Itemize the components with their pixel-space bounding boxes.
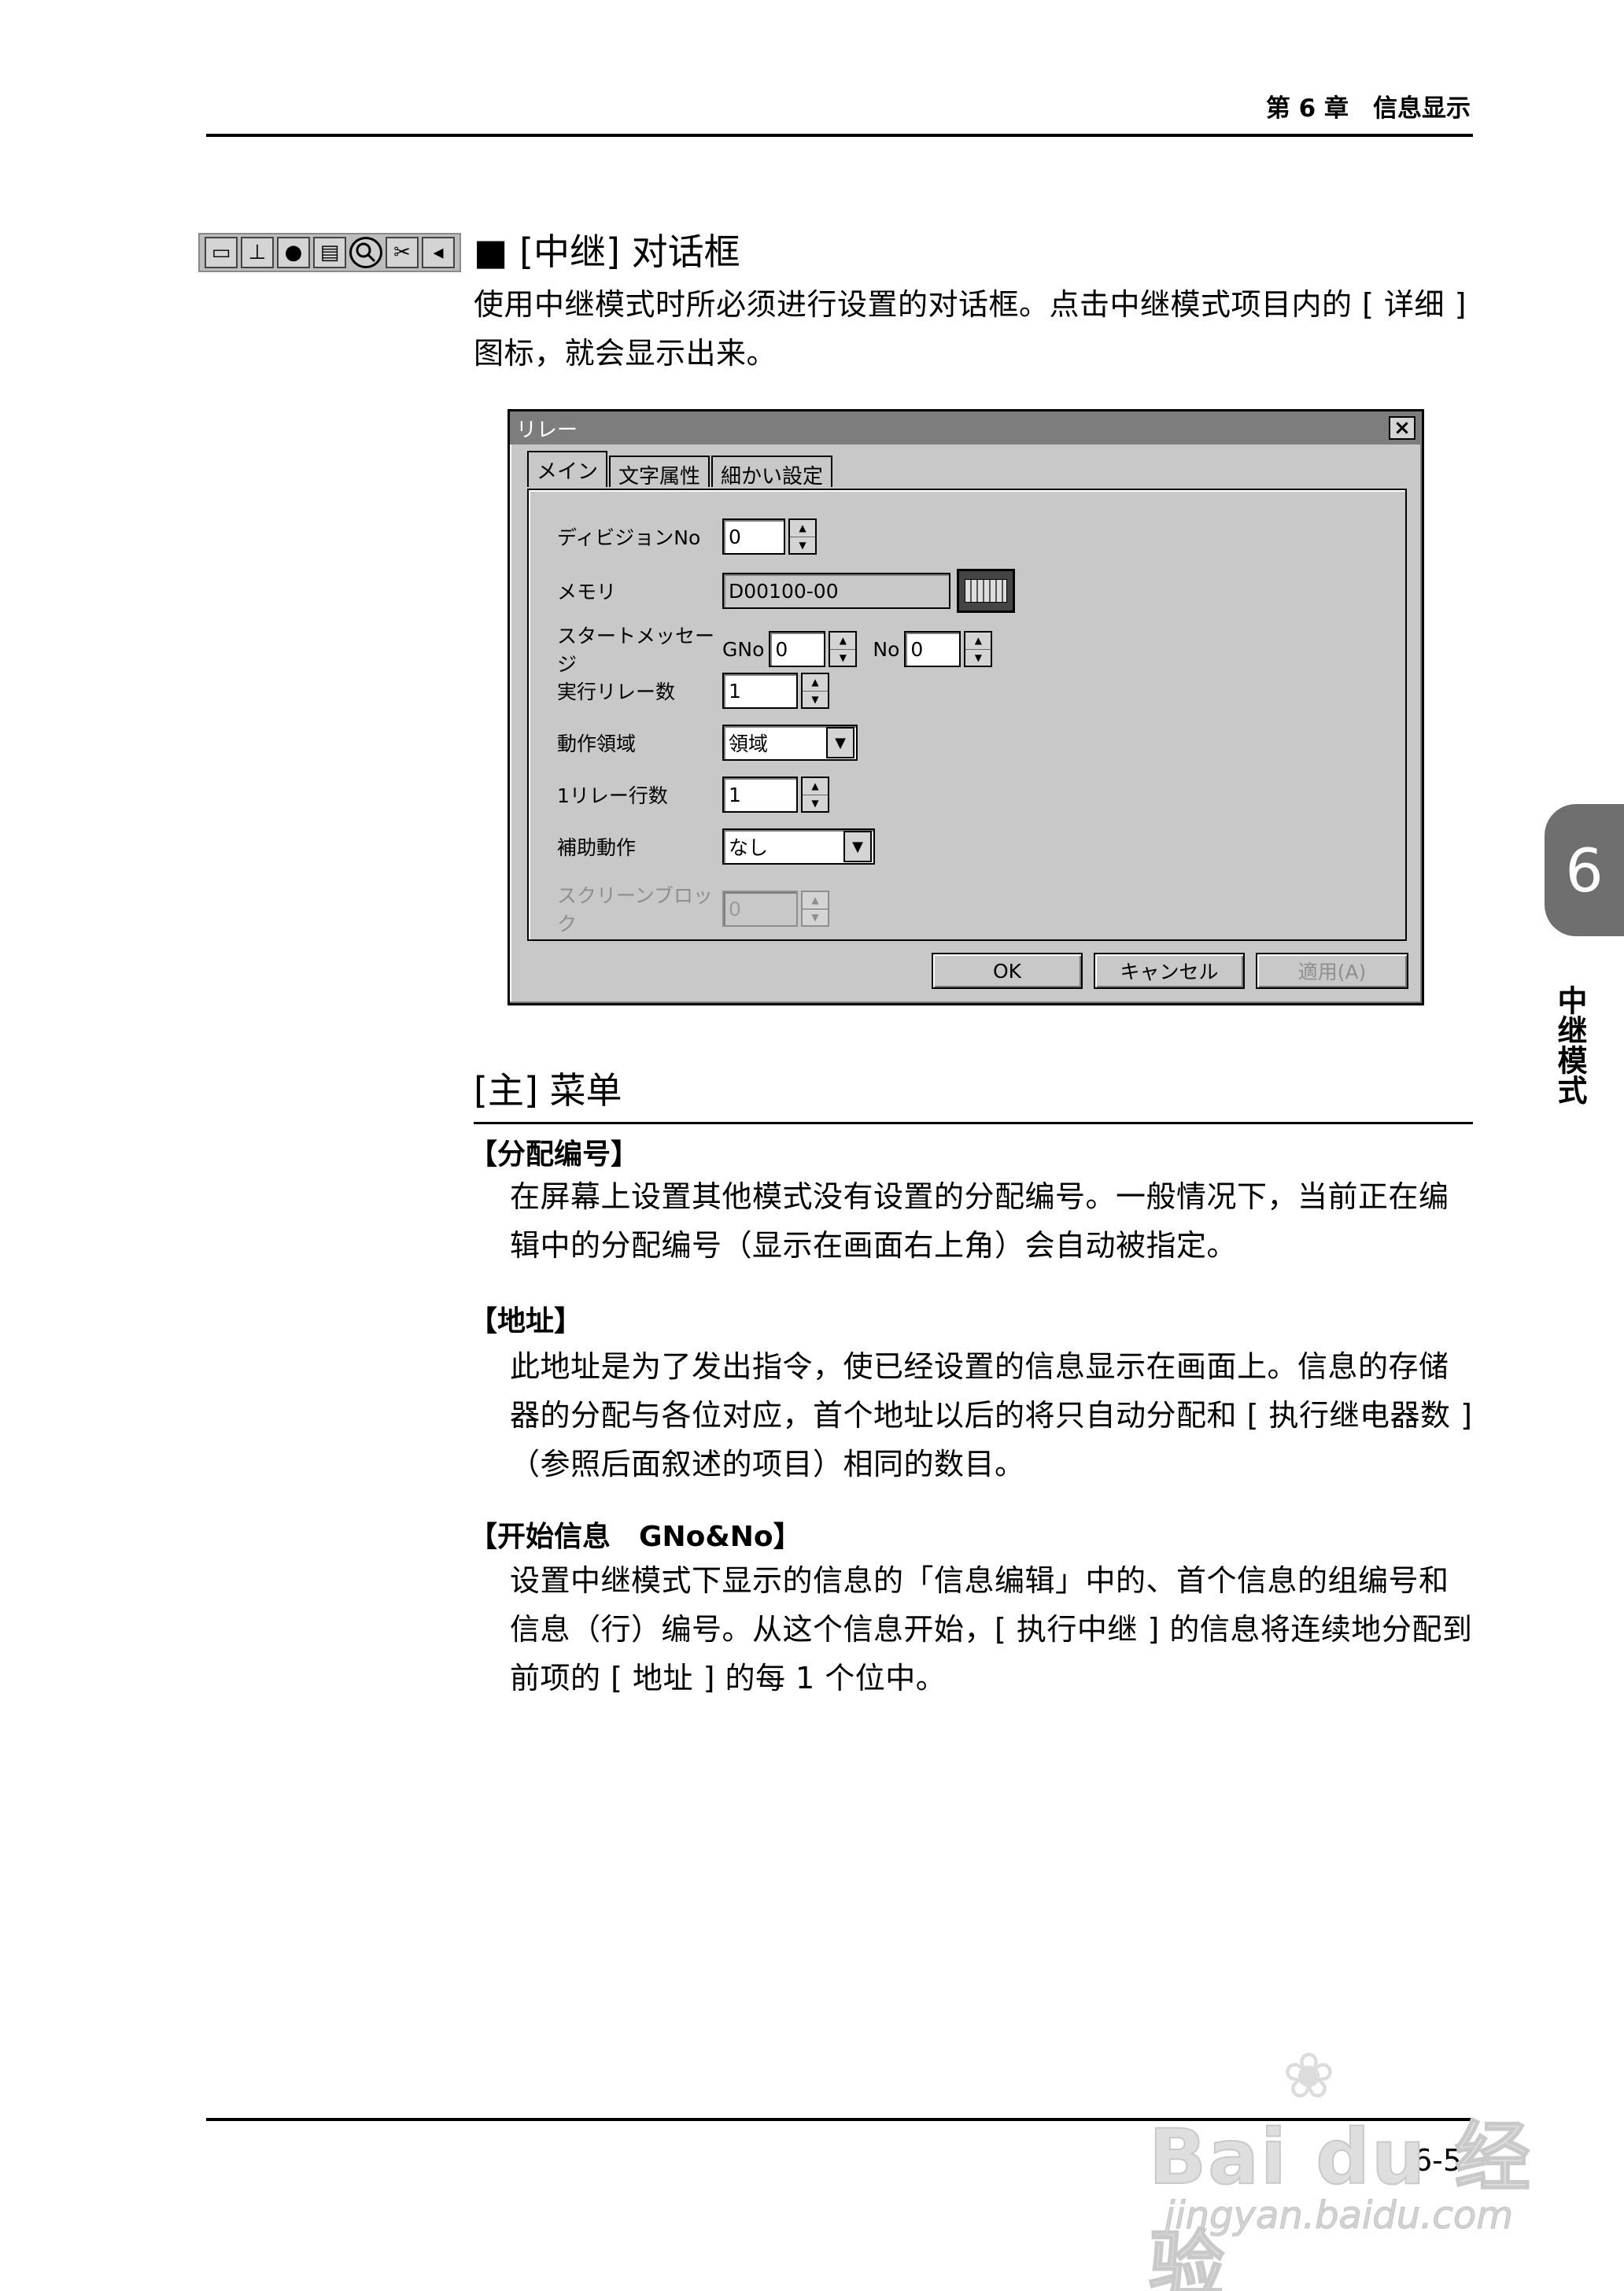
- header-chapter: 第 6 章 信息显示: [1265, 94, 1471, 123]
- per-relay-lines-input[interactable]: 1: [722, 777, 798, 813]
- spin-up-icon[interactable]: ▲: [790, 520, 815, 537]
- gno-input[interactable]: 0: [769, 631, 826, 667]
- spin-down-icon[interactable]: ▼: [965, 650, 991, 666]
- section-title: ■ [中继] 对话框: [474, 231, 740, 273]
- tab-detail-settings[interactable]: 細かい設定: [711, 456, 833, 489]
- gno-label: GNo: [722, 637, 765, 661]
- per-relay-lines-row: 1リレー行数 1 ▲ ▼: [557, 777, 829, 813]
- spin-up-icon[interactable]: ▲: [803, 778, 828, 795]
- main-tab-panel: ディビジョンNo 0 ▲ ▼ メモリ D00100-00 スタートメッセージ GN…: [527, 489, 1407, 941]
- bulb-icon[interactable]: ●: [277, 237, 310, 268]
- list-icon[interactable]: ▤: [313, 237, 346, 268]
- magnifier-glyph: [356, 242, 376, 263]
- division-input[interactable]: 0: [722, 518, 785, 555]
- chevron-down-icon[interactable]: ▼: [826, 727, 854, 758]
- close-icon[interactable]: ×: [1389, 416, 1415, 440]
- header-rule: [206, 134, 1473, 137]
- aux-action-select[interactable]: なし ▼: [722, 828, 875, 865]
- no-spinner[interactable]: ▲ ▼: [964, 631, 993, 667]
- aux-action-value: なし: [729, 836, 769, 859]
- magnifier-icon[interactable]: [349, 237, 382, 268]
- exit-icon[interactable]: ◂: [422, 237, 455, 268]
- printer-icon[interactable]: ⊥: [241, 237, 274, 268]
- per-relay-lines-label: 1リレー行数: [557, 784, 668, 807]
- exec-relay-row: 実行リレー数 1 ▲ ▼: [557, 673, 829, 709]
- screen-block-label: スクリーンブロック: [557, 884, 714, 935]
- toolbar: ▭ ⊥ ● ▤ ✂ ◂: [198, 233, 461, 272]
- item-body-address: 此地址是为了发出指令，使已经设置的信息显示在画面上。信息的存储器的分配与各位对应…: [510, 1349, 1473, 1481]
- screen-block-row: スクリーンブロック 0 ▲ ▼: [557, 880, 829, 937]
- item-head-start-message: 【开始信息 GNo&No】: [469, 1521, 802, 1553]
- area-label: 動作領域: [557, 732, 637, 755]
- spin-down-icon: ▼: [811, 911, 819, 923]
- item-body-division: 在屏幕上设置其他模式没有设置的分配编号。一般情况下，当前正在编辑中的分配编号（显…: [510, 1179, 1449, 1263]
- area-row: 動作領域 領域 ▼: [557, 725, 858, 761]
- area-value: 領域: [729, 732, 769, 755]
- spin-down-icon[interactable]: ▼: [803, 795, 828, 812]
- item-body-start-message: 设置中继模式下显示的信息的「信息编辑」中的、首个信息的组编号和信息（行）编号。从…: [510, 1563, 1473, 1695]
- tab-text-attributes[interactable]: 文字属性: [609, 456, 710, 489]
- start-message-row: スタートメッセージ GNo 0 ▲ ▼ No 0 ▲ ▼: [557, 621, 993, 677]
- item-head-address: 【地址】: [469, 1305, 583, 1337]
- main-menu-title: [主] 菜单: [474, 1069, 622, 1112]
- per-relay-lines-spinner[interactable]: ▲ ▼: [801, 777, 829, 813]
- spin-up-icon[interactable]: ▲: [803, 674, 828, 692]
- spin-up-icon[interactable]: ▲: [965, 633, 991, 650]
- dialog-tabs: メイン 文字属性 細かい設定: [527, 451, 834, 489]
- dialog-title: リレー: [516, 418, 578, 442]
- spin-up-icon: ▲: [803, 892, 828, 909]
- division-row: ディビジョンNo 0 ▲ ▼: [557, 518, 817, 555]
- no-label: No: [873, 637, 900, 661]
- aux-action-row: 補助動作 なし ▼: [557, 828, 875, 865]
- chapter-tab: 6: [1545, 804, 1624, 936]
- spin-up-icon[interactable]: ▲: [830, 633, 856, 650]
- division-spinner[interactable]: ▲ ▼: [788, 518, 817, 555]
- no-input[interactable]: 0: [904, 631, 961, 667]
- tab-main[interactable]: メイン: [527, 451, 608, 487]
- screen-block-input: 0: [722, 891, 798, 927]
- ok-button[interactable]: OK: [932, 953, 1083, 989]
- chapter-name-vertical: 中继模式: [1552, 985, 1587, 1105]
- watermark-url: jingyan.baidu.com: [1164, 2193, 1514, 2238]
- dialog-titlebar[interactable]: リレー ×: [510, 411, 1422, 445]
- screen-block-spinner: ▲ ▼: [801, 891, 829, 927]
- section-intro: 使用中继模式时所必须进行设置的对话框。点击中继模式项目内的 [ 详细 ] 图标，…: [474, 287, 1467, 371]
- area-select[interactable]: 領域 ▼: [722, 725, 858, 761]
- exec-relay-input[interactable]: 1: [722, 673, 798, 709]
- apply-button[interactable]: 適用(A): [1256, 953, 1408, 989]
- exec-relay-label: 実行リレー数: [557, 681, 676, 703]
- spin-down-icon[interactable]: ▼: [790, 537, 815, 554]
- chevron-down-icon[interactable]: ▼: [843, 831, 872, 862]
- window-icon[interactable]: ▭: [205, 237, 238, 268]
- memory-input[interactable]: D00100-00: [722, 573, 950, 609]
- item-head-division: 【分配编号】: [469, 1138, 640, 1171]
- keyboard-icon[interactable]: [957, 569, 1015, 613]
- exec-relay-spinner[interactable]: ▲ ▼: [801, 673, 829, 709]
- division-label: ディビジョンNo: [557, 526, 701, 549]
- memory-label: メモリ: [557, 581, 617, 603]
- aux-action-label: 補助動作: [557, 836, 637, 859]
- watermark: ❀ Bai du 经验 jingyan.baidu.com: [1148, 2039, 1534, 2291]
- relay-dialog: リレー × メイン 文字属性 細かい設定 ディビジョンNo 0 ▲ ▼ メモリ D…: [507, 409, 1424, 1005]
- cancel-button[interactable]: キャンセル: [1094, 953, 1245, 989]
- gno-spinner[interactable]: ▲ ▼: [829, 631, 858, 667]
- scissors-icon[interactable]: ✂: [386, 237, 419, 268]
- start-message-label: スタートメッセージ: [557, 625, 715, 676]
- spin-down-icon[interactable]: ▼: [830, 650, 855, 666]
- memory-row: メモリ D00100-00: [557, 569, 1015, 613]
- spin-down-icon[interactable]: ▼: [803, 692, 828, 708]
- keyboard-glyph: [965, 579, 1007, 603]
- main-menu-rule: [474, 1122, 1473, 1124]
